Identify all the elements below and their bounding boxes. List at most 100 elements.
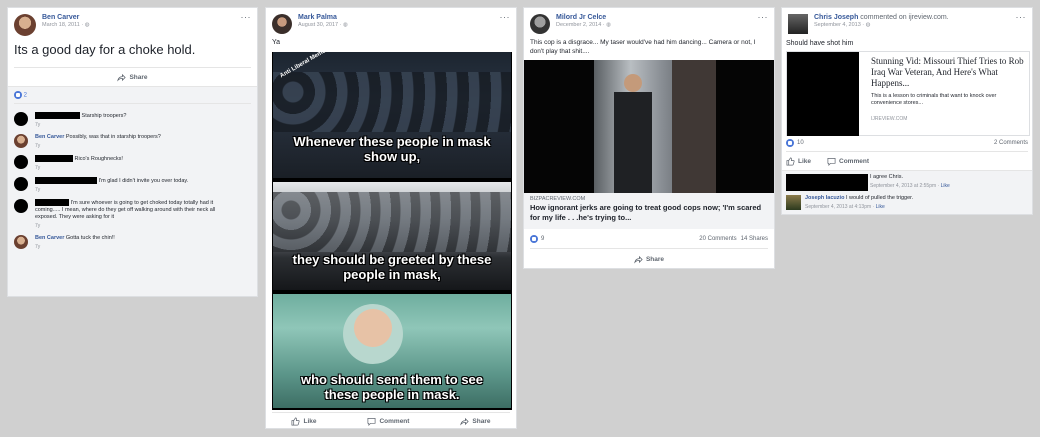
link-info[interactable]: BIZPACREVIEW.COM How ignorant jerks are …: [524, 193, 774, 229]
post-header: Mark Palma August 30, 2017 · ◍ ···: [266, 8, 516, 34]
link-thumbnail: [787, 52, 859, 136]
post-date: August 30, 2017 · ◍: [298, 22, 348, 28]
avatar[interactable]: [14, 234, 28, 249]
meme-caption-1: Whenever these people in mask show up,: [293, 134, 491, 164]
globe-icon: ◍: [606, 22, 611, 28]
video-thumbnail: [594, 60, 716, 193]
more-options-icon[interactable]: ···: [241, 13, 252, 22]
reply: I agree Chris. September 4, 2013 at 2:55…: [786, 174, 950, 191]
meme-caption-3: who should send them to see these people…: [300, 372, 484, 402]
post-chris-joseph: Chris Joseph commented on ijreview.com. …: [781, 7, 1033, 215]
comments-count[interactable]: 20 Comments: [699, 236, 736, 242]
link-description: This is a lesson to criminals that want …: [871, 93, 997, 106]
reply-like-link[interactable]: Like: [876, 204, 885, 210]
like-reaction-icon: [786, 139, 794, 147]
meme-panel-police: they should be greeted by these people i…: [273, 182, 511, 290]
link-preview[interactable]: Stunning Vid: Missouri Thief Tries to Ro…: [786, 51, 1030, 136]
link-domain: IJREVIEW.COM: [871, 116, 908, 122]
post-text: Ya: [272, 39, 281, 46]
link-title: Stunning Vid: Missouri Thief Tries to Ro…: [871, 56, 1024, 88]
share-button[interactable]: Share: [460, 417, 491, 426]
post-date: September 4, 2013 · ◍: [814, 22, 871, 28]
reaction-summary[interactable]: 2: [8, 87, 257, 103]
reaction-count[interactable]: 10: [797, 140, 804, 146]
comment: I'm glad I didn't invite you over today.…: [8, 176, 257, 193]
avatar[interactable]: [14, 14, 36, 36]
avatar[interactable]: [14, 176, 28, 191]
meme-caption-2: they should be greeted by these people i…: [292, 252, 492, 282]
like-button[interactable]: Like: [291, 417, 317, 426]
comment-icon: [368, 417, 376, 426]
shares-count[interactable]: 14 Shares: [741, 236, 768, 242]
action-bar: Like Comment: [786, 153, 869, 169]
thumbs-up-icon: [786, 157, 795, 165]
post-text: Its a good day for a choke hold.: [14, 42, 196, 57]
avatar[interactable]: [788, 14, 808, 34]
avatar[interactable]: [14, 133, 28, 148]
action-bar: Like Comment Share: [266, 412, 516, 428]
avatar[interactable]: [14, 198, 28, 213]
link-preview-video[interactable]: [524, 60, 774, 193]
post-ben-carver: Ben Carver March 18, 2011 · ◍ ··· Its a …: [7, 7, 258, 297]
link-title: How ignorant jerks are going to treat go…: [530, 203, 762, 222]
share-button[interactable]: Share: [117, 73, 148, 82]
comment-button[interactable]: Comment: [827, 157, 869, 166]
post-text: Should have shot him: [786, 40, 854, 47]
post-header: Ben Carver March 18, 2011 · ◍ ···: [8, 8, 257, 36]
avatar[interactable]: [14, 112, 28, 126]
like-reaction-icon: [14, 91, 22, 99]
post-mark-palma: Mark Palma August 30, 2017 · ◍ ··· Ya An…: [265, 7, 517, 429]
reaction-summary-bar: 10 2 Comments: [786, 138, 1028, 148]
more-options-icon[interactable]: ···: [1016, 13, 1027, 22]
more-options-icon[interactable]: ···: [758, 13, 769, 22]
post-header: Chris Joseph commented on ijreview.com. …: [782, 8, 1032, 34]
comment-icon: [827, 157, 836, 166]
share-icon: [460, 417, 470, 426]
like-button[interactable]: Like: [786, 157, 811, 166]
avatar[interactable]: [14, 154, 28, 169]
comment: Ben Carver Possibly, was that in starshi…: [8, 133, 257, 149]
redacted-reply-author: [786, 174, 868, 191]
author-name[interactable]: Chris Joseph: [814, 14, 858, 21]
avatar[interactable]: [272, 14, 292, 34]
reply: Joseph Iacuzio I would of pulled the tri…: [786, 195, 913, 210]
meme-panel-protesters: Anti Liberal Memes Whenever these people…: [273, 52, 511, 178]
comment: I'm sure whoever is going to get choked …: [8, 198, 257, 229]
reaction-summary-bar: 9 20 Comments 14 Shares: [530, 234, 768, 244]
redacted-name: [35, 176, 97, 184]
share-button[interactable]: Share: [634, 255, 664, 264]
more-options-icon[interactable]: ···: [500, 13, 511, 22]
comments-count[interactable]: 2 Comments: [994, 140, 1028, 146]
author-name[interactable]: Ben Carver: [42, 14, 90, 21]
redacted-name: [35, 112, 80, 119]
globe-icon: ◍: [342, 22, 348, 28]
comment: Rico's Roughnecks! 7y: [8, 154, 257, 171]
post-header: Milord Jr Celce December 2, 2014 · ◍ ···: [524, 8, 774, 34]
globe-icon: ◍: [84, 22, 90, 28]
comment-button[interactable]: Comment: [367, 417, 409, 426]
author-name[interactable]: Milord Jr Celce: [556, 14, 611, 21]
comment: Ben Carver Gotta tuck the chin!! 7y: [8, 234, 257, 250]
post-milord-jr-celce: Milord Jr Celce December 2, 2014 · ◍ ···…: [523, 7, 775, 269]
action-bar: Share: [8, 68, 257, 86]
author-line: Chris Joseph commented on ijreview.com.: [814, 14, 949, 21]
redacted-name: [35, 154, 73, 162]
avatar[interactable]: [786, 195, 801, 210]
reaction-count[interactable]: 9: [541, 236, 544, 242]
avatar[interactable]: [530, 14, 550, 34]
redacted-name: [35, 198, 69, 206]
post-date: December 2, 2014 · ◍: [556, 22, 611, 28]
like-reaction-icon: [530, 235, 538, 243]
reply-like-link[interactable]: Like: [941, 183, 950, 189]
meme-panel-surgeons: who should send them to see these people…: [273, 294, 511, 408]
action-bar: Share: [524, 250, 774, 268]
meme-image[interactable]: Anti Liberal Memes Whenever these people…: [272, 52, 512, 410]
post-text: This cop is a disgrace... My taser would…: [530, 39, 756, 55]
link-domain: BIZPACREVIEW.COM: [530, 196, 586, 202]
thumbs-up-icon: [292, 417, 301, 425]
author-name[interactable]: Mark Palma: [298, 14, 348, 21]
share-icon: [117, 73, 127, 82]
post-date: March 18, 2011 · ◍: [42, 22, 90, 28]
share-icon: [634, 255, 643, 264]
globe-icon: ◍: [865, 22, 871, 28]
